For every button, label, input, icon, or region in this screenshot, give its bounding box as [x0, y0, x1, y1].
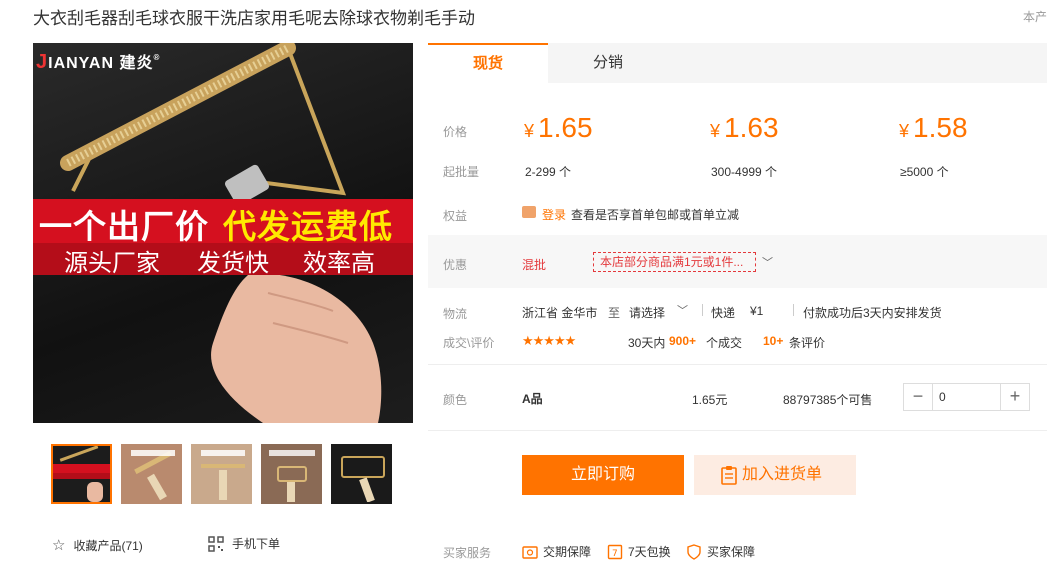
divider — [702, 304, 703, 316]
deal-suffix: 个成交 — [706, 336, 743, 350]
chevron-down-icon[interactable]: ﹀ — [677, 302, 688, 318]
clipboard-icon — [721, 466, 737, 485]
rating-stars[interactable]: ★★★★★ — [522, 333, 576, 349]
favorite-product[interactable]: ☆ 收藏产品(71) — [52, 536, 143, 554]
destination-select[interactable]: 请选择 — [629, 304, 665, 321]
quantity-stepper: − 0 + — [903, 383, 1030, 411]
tab-distribution[interactable]: 分销 — [548, 43, 668, 83]
price-label: 价格 — [443, 125, 468, 139]
thumbnail-3[interactable] — [191, 444, 252, 504]
gift-icon — [522, 206, 536, 218]
logistics-to: 至 — [608, 306, 621, 320]
store-label[interactable]: 本产 — [1023, 8, 1047, 25]
promo-banner-primary: 一个出厂价 代发运费低 — [33, 199, 413, 245]
thumbnail-strip — [51, 444, 392, 504]
banner-dropship: 代发运费低 — [223, 208, 393, 245]
express-label: 快递 — [711, 306, 736, 320]
add-to-cart-label: 加入进货单 — [742, 466, 823, 483]
promo-banner-secondary: 源头厂家 发货快 效率高 — [33, 243, 413, 277]
favorite-label: 收藏产品(71) — [73, 538, 143, 553]
ship-note: 付款成功后3天内安排发货 — [803, 306, 942, 320]
chevron-down-icon[interactable]: ﹀ — [762, 254, 773, 270]
promo-type: 混批 — [522, 258, 547, 272]
main-product-image[interactable]: JIANYAN 建炎® 一个出厂价 代发运费低 源头厂家 发货快 效率高 — [33, 43, 413, 423]
rights-text: 查看是否享首单包邮或首单立减 — [571, 208, 740, 222]
thumbnail-4[interactable] — [261, 444, 322, 504]
promo-label: 优惠 — [443, 258, 468, 272]
moq-label: 起批量 — [443, 165, 480, 179]
divider — [428, 430, 1047, 431]
price-tier-2: ¥1.63 — [710, 112, 779, 143]
color-label: 颜色 — [443, 393, 468, 407]
sku-stock: 88797385个可售 — [783, 393, 873, 407]
moq-range-2: 300-4999 个 — [711, 165, 778, 179]
logistics-label: 物流 — [443, 307, 468, 321]
divider — [428, 364, 1047, 365]
price-tier-1: ¥1.65 — [524, 112, 593, 143]
thumbnail-1[interactable] — [51, 444, 112, 504]
exchange-icon: 7 — [607, 544, 623, 560]
review-suffix: 条评价 — [789, 336, 826, 350]
quantity-input[interactable]: 0 — [932, 384, 1001, 410]
price-tier-3: ¥1.58 — [899, 112, 968, 143]
product-title: 大衣刮毛器刮毛球衣服干洗店家用毛呢去除球衣物剃毛手动 — [33, 9, 475, 28]
origin-location: 浙江省 金华市 — [522, 306, 598, 320]
sku-price: 1.65元 — [692, 393, 728, 407]
service-delivery[interactable]: 交期保障 — [522, 543, 591, 560]
star-outline-icon: ☆ — [52, 537, 66, 554]
increase-button[interactable]: + — [1001, 384, 1029, 410]
deal-period: 30天内 — [628, 336, 666, 350]
service-exchange[interactable]: 7 7天包换 — [607, 543, 671, 560]
login-link[interactable]: 登录 — [542, 206, 566, 223]
rights-label: 权益 — [443, 209, 468, 223]
shipping-fee: ¥1 — [750, 304, 764, 318]
moq-range-1: 2-299 个 — [525, 165, 572, 179]
tab-spot[interactable]: 现货 — [428, 43, 548, 83]
thumbnail-2[interactable] — [121, 444, 182, 504]
brand-logo: JIANYAN 建炎® — [36, 51, 161, 73]
decrease-button[interactable]: − — [904, 384, 932, 410]
mobile-order[interactable]: 手机下单 — [208, 535, 280, 552]
services-label: 买家服务 — [443, 546, 492, 560]
reviews-label: 成交\评价 — [443, 336, 495, 350]
shield-icon — [686, 543, 702, 560]
coupon-tag[interactable]: 本店部分商品满1元或1件... — [593, 252, 756, 272]
review-count[interactable]: 10+ — [763, 334, 783, 348]
mobile-order-label: 手机下单 — [232, 537, 281, 551]
svg-text:7: 7 — [612, 549, 618, 559]
buy-now-button[interactable]: 立即订购 — [522, 455, 684, 495]
divider — [793, 304, 794, 316]
delivery-guarantee-icon — [522, 544, 538, 560]
qr-code-icon — [208, 535, 224, 552]
banner-factory-price: 一个出厂价 — [39, 208, 209, 245]
moq-range-3: ≥5000 个 — [900, 165, 949, 179]
purchase-mode-tabs: 现货 分销 — [428, 43, 1047, 83]
sku-name: A品 — [522, 392, 543, 406]
deal-count[interactable]: 900+ — [669, 334, 696, 348]
thumbnail-5[interactable] — [331, 444, 392, 504]
service-buyer-protection[interactable]: 买家保障 — [686, 543, 755, 560]
add-to-cart-button[interactable]: 加入进货单 — [694, 455, 856, 495]
